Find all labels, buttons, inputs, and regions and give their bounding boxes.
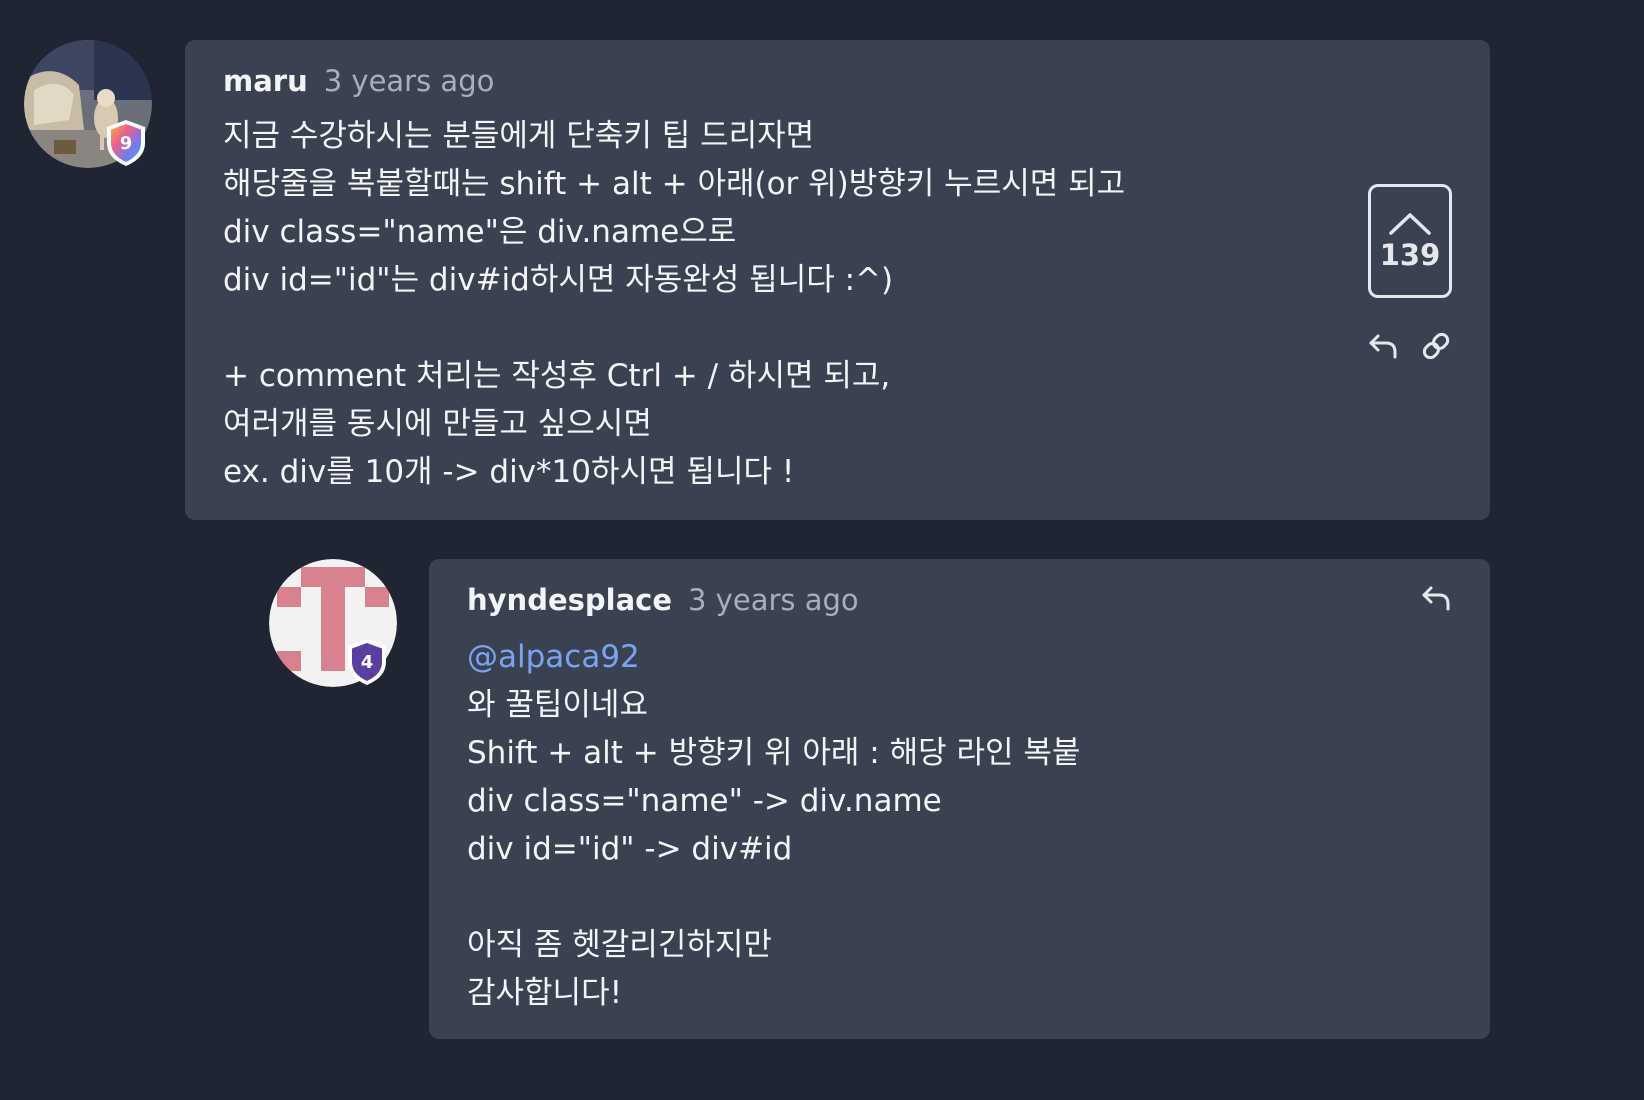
- timestamp[interactable]: 3 years ago: [688, 583, 859, 617]
- comment-line: + comment 처리는 작성후 Ctrl + / 하시면 되고,: [223, 358, 891, 394]
- comment-line: Shift + alt + 방향키 위 아래 : 해당 라인 복붙: [467, 735, 1081, 771]
- comment-line: [223, 304, 1452, 352]
- reply-button[interactable]: [1418, 580, 1454, 616]
- comment-meta: hyndesplace 3 years ago: [467, 583, 1452, 617]
- comment-card: hyndesplace 3 years ago @alpaca92 와 꿀팁이네…: [429, 559, 1490, 1039]
- comment-line: div id="id"는 div#id하시면 자동완성 됩니다 :^): [223, 262, 894, 298]
- comment-line: 감사합니다!: [467, 975, 623, 1011]
- comment-card: maru 3 years ago 지금 수강하시는 분들에게 단축키 팁 드리자…: [185, 40, 1490, 520]
- comment-line: div id="id" -> div#id: [467, 831, 793, 867]
- timestamp[interactable]: 3 years ago: [324, 64, 495, 98]
- shield-badge-icon: 9: [107, 120, 145, 166]
- comment-body: @alpaca92 와 꿀팁이네요 Shift + alt + 방향키 위 아래…: [467, 633, 1452, 1017]
- shield-badge-icon: 4: [348, 639, 386, 685]
- comment-line: [467, 873, 1452, 921]
- comment-line: div class="name"은 div.name으로: [223, 214, 737, 250]
- comment-line: 여러개를 동시에 만들고 싶으시면: [223, 406, 652, 442]
- comment-line: 해당줄을 복붙할때는 shift + alt + 아래(or 위)방향키 누르시…: [223, 166, 1126, 202]
- comment-line: ex. div를 10개 -> div*10하시면 됩니다 !: [223, 454, 795, 490]
- author-name[interactable]: maru: [223, 64, 308, 98]
- reply-icon: [1369, 334, 1397, 359]
- comment-line: 와 꿀팁이네요: [467, 687, 648, 723]
- comment-meta: maru 3 years ago: [223, 64, 1452, 98]
- link-icon: [1422, 332, 1450, 360]
- copy-link-button[interactable]: [1418, 328, 1454, 364]
- comment-line: 지금 수강하시는 분들에게 단축키 팁 드리자면: [223, 118, 815, 154]
- upvote-button[interactable]: 139: [1368, 184, 1452, 298]
- avatar-maru[interactable]: 9: [24, 40, 152, 168]
- comment-body: 지금 수강하시는 분들에게 단축키 팁 드리자면 해당줄을 복붙할때는 shif…: [223, 112, 1452, 496]
- user-mention[interactable]: @alpaca92: [467, 633, 1452, 681]
- badge-level: 9: [120, 133, 133, 154]
- comment-line: div class="name" -> div.name: [467, 783, 942, 819]
- avatar-hyndesplace[interactable]: 4: [269, 559, 397, 687]
- reply-icon: [1422, 586, 1450, 611]
- reply-button[interactable]: [1365, 328, 1401, 364]
- comment-line: 아직 좀 헷갈리긴하지만: [467, 927, 772, 963]
- chevron-up-icon: [1389, 213, 1431, 235]
- author-name[interactable]: hyndesplace: [467, 583, 672, 617]
- badge-level: 4: [361, 652, 374, 673]
- vote-count: 139: [1379, 238, 1441, 272]
